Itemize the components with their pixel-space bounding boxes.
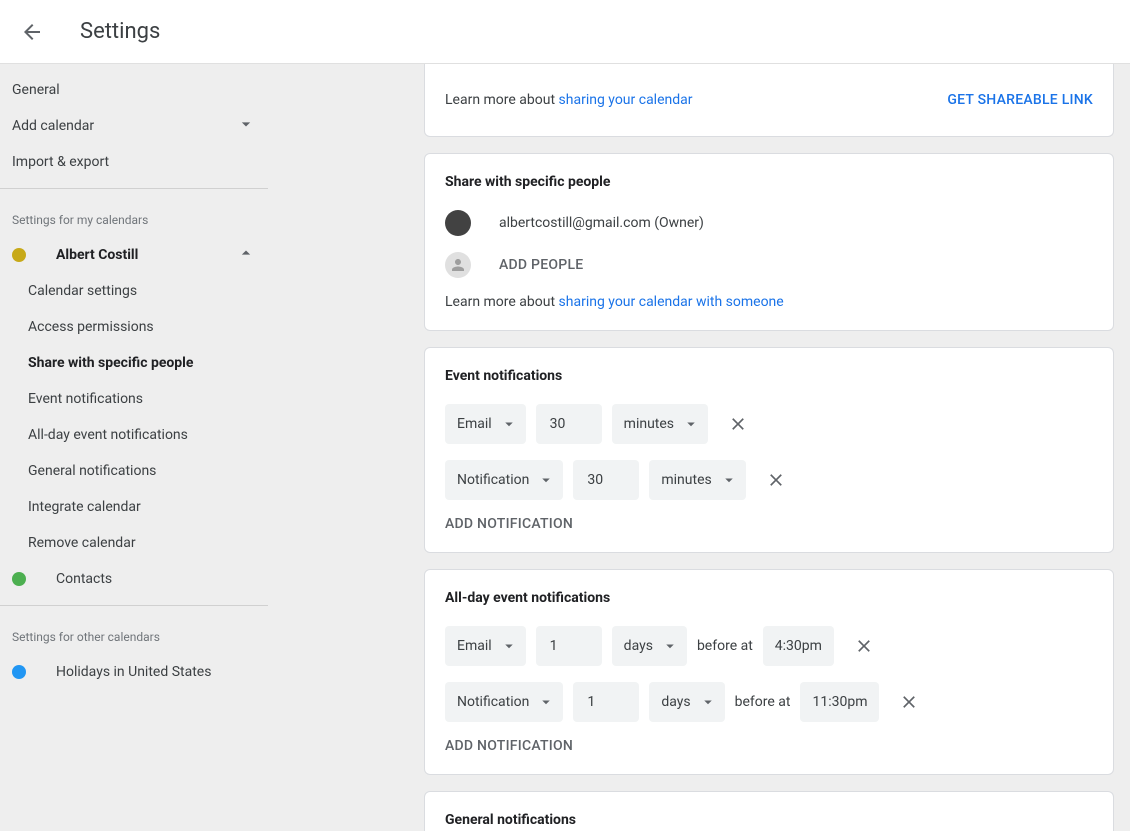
remove-notification-button[interactable] <box>889 682 929 722</box>
access-permissions-card: Learn more about sharing your calendar G… <box>424 64 1114 137</box>
add-event-notification-button[interactable]: ADD NOTIFICATION <box>445 516 1093 532</box>
calendar-color-dot <box>12 572 26 586</box>
get-shareable-link-button[interactable]: GET SHAREABLE LINK <box>947 84 1093 116</box>
divider <box>0 605 268 606</box>
subnav-event-notifications[interactable]: Event notifications <box>0 381 268 417</box>
notif-value-input[interactable] <box>573 460 639 500</box>
other-calendars-heading: Settings for other calendars <box>0 614 268 654</box>
event-notif-row: Notification minutes <box>445 460 1093 500</box>
main-content: Learn more about sharing your calendar G… <box>268 64 1130 831</box>
subnav-allday-notifications[interactable]: All-day event notifications <box>0 417 268 453</box>
notif-type-select[interactable]: Email <box>445 626 526 666</box>
owner-email-label: albertcostill@gmail.com (Owner) <box>499 215 704 231</box>
learn-share-someone-text: Learn more about sharing your calendar w… <box>445 294 1093 310</box>
learn-sharing-text: Learn more about sharing your calendar <box>445 92 693 108</box>
notif-unit-select[interactable]: days <box>612 626 687 666</box>
allday-notif-row: Email days before at 4:30pm <box>445 626 1093 666</box>
allday-notifications-title: All-day event notifications <box>445 590 1093 606</box>
event-notifications-card: Event notifications Email minutes <box>424 347 1114 553</box>
remove-notification-button[interactable] <box>756 460 796 500</box>
remove-notification-button[interactable] <box>844 626 884 666</box>
chevron-up-icon <box>236 243 256 267</box>
notif-unit-select[interactable]: minutes <box>649 460 745 500</box>
before-at-label: before at <box>735 694 791 710</box>
notif-time-select[interactable]: 11:30pm <box>800 682 879 722</box>
nav-general[interactable]: General <box>0 72 268 108</box>
notif-unit-select[interactable]: minutes <box>612 404 708 444</box>
calendar-name-label: Contacts <box>56 571 112 587</box>
close-icon <box>854 636 874 656</box>
person-placeholder-icon <box>445 252 471 278</box>
subnav-access-permissions[interactable]: Access permissions <box>0 309 268 345</box>
dropdown-icon <box>500 637 518 655</box>
general-notifications-title: General notifications <box>445 812 1093 828</box>
close-icon <box>899 692 919 712</box>
calendar-holidays-us[interactable]: Holidays in United States <box>0 654 268 690</box>
calendar-albert-costill[interactable]: Albert Costill <box>0 237 268 273</box>
notif-value-input[interactable] <box>573 682 639 722</box>
notif-value-input[interactable] <box>536 404 602 444</box>
close-icon <box>766 470 786 490</box>
notif-unit-select[interactable]: days <box>649 682 724 722</box>
divider <box>0 188 268 189</box>
chevron-down-icon <box>236 114 256 138</box>
subnav-integrate-calendar[interactable]: Integrate calendar <box>0 489 268 525</box>
before-at-label: before at <box>697 638 753 654</box>
owner-avatar <box>445 210 471 236</box>
calendar-color-dot <box>12 665 26 679</box>
notif-type-select[interactable]: Notification <box>445 460 563 500</box>
subnav-remove-calendar[interactable]: Remove calendar <box>0 525 268 561</box>
add-people-button[interactable]: ADD PEOPLE <box>499 257 583 273</box>
nav-add-calendar[interactable]: Add calendar <box>0 108 268 144</box>
subnav-share-specific-people[interactable]: Share with specific people <box>0 345 268 381</box>
notif-value-input[interactable] <box>536 626 602 666</box>
dropdown-icon <box>537 693 555 711</box>
notif-type-select[interactable]: Email <box>445 404 526 444</box>
page-title: Settings <box>80 19 160 44</box>
event-notif-row: Email minutes <box>445 404 1093 444</box>
remove-notification-button[interactable] <box>718 404 758 444</box>
share-people-card: Share with specific people albertcostill… <box>424 153 1114 331</box>
general-notifications-card: General notifications <box>424 791 1114 831</box>
calendar-name-label: Holidays in United States <box>56 664 211 680</box>
dropdown-icon <box>500 415 518 433</box>
allday-notifications-card: All-day event notifications Email days b… <box>424 569 1114 775</box>
dropdown-icon <box>682 415 700 433</box>
dropdown-icon <box>537 471 555 489</box>
share-someone-link[interactable]: sharing your calendar with someone <box>559 294 784 310</box>
settings-header: Settings <box>0 0 1130 64</box>
calendar-name-label: Albert Costill <box>56 247 138 263</box>
subnav-general-notifications[interactable]: General notifications <box>0 453 268 489</box>
dropdown-icon <box>661 637 679 655</box>
share-people-title: Share with specific people <box>445 174 1093 190</box>
event-notifications-title: Event notifications <box>445 368 1093 384</box>
dropdown-icon <box>720 471 738 489</box>
my-calendars-heading: Settings for my calendars <box>0 197 268 237</box>
calendar-color-dot <box>12 248 26 262</box>
settings-sidebar: General Add calendar Import & export Set… <box>0 64 268 831</box>
subnav-calendar-settings[interactable]: Calendar settings <box>0 273 268 309</box>
dropdown-icon <box>699 693 717 711</box>
add-allday-notification-button[interactable]: ADD NOTIFICATION <box>445 738 1093 754</box>
allday-notif-row: Notification days before at 11:30pm <box>445 682 1093 722</box>
nav-import-export[interactable]: Import & export <box>0 144 268 180</box>
notif-time-select[interactable]: 4:30pm <box>763 626 834 666</box>
sharing-calendar-link[interactable]: sharing your calendar <box>559 92 693 108</box>
calendar-contacts[interactable]: Contacts <box>0 561 268 597</box>
nav-add-calendar-label: Add calendar <box>12 118 94 134</box>
notif-type-select[interactable]: Notification <box>445 682 563 722</box>
close-icon <box>728 414 748 434</box>
back-arrow-icon[interactable] <box>8 8 56 56</box>
